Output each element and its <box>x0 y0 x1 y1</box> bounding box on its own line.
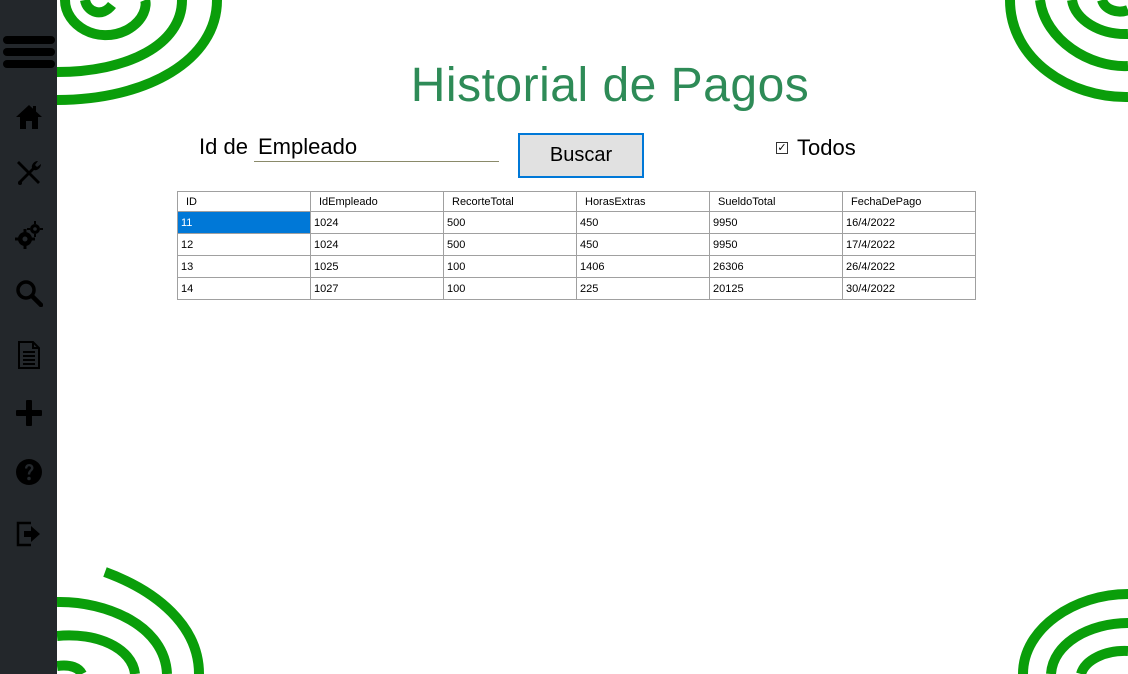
table-cell[interactable]: 1024 <box>310 211 444 234</box>
checkbox-checked-icon[interactable]: ✓ <box>776 142 788 154</box>
table-cell[interactable]: 20125 <box>709 277 843 300</box>
logout-icon <box>16 521 40 547</box>
table-cell[interactable]: 13 <box>177 255 311 278</box>
table-cell[interactable]: 500 <box>443 233 577 256</box>
table-cell[interactable]: 12 <box>177 233 311 256</box>
table-cell[interactable]: 450 <box>576 233 710 256</box>
plus-icon <box>15 400 42 426</box>
table-cell[interactable]: 9950 <box>709 233 843 256</box>
todos-checkbox[interactable]: ✓ Todos <box>776 135 856 161</box>
decorative-spiral-top-left <box>57 0 222 105</box>
sidebar-item-search[interactable] <box>0 276 57 310</box>
page-title: Historial de Pagos <box>410 59 810 112</box>
table-cell[interactable]: 1024 <box>310 233 444 256</box>
menu-button[interactable] <box>0 32 57 72</box>
decorative-spiral-bottom-right <box>1018 589 1128 674</box>
employee-id-label: Id de <box>199 134 248 159</box>
help-icon <box>15 459 42 485</box>
decorative-spiral-bottom-left <box>57 567 204 674</box>
table-cell[interactable]: 16/4/2022 <box>842 211 976 234</box>
payments-table[interactable]: ID IdEmpleado RecorteTotal HorasExtras S… <box>177 191 976 300</box>
table-cell[interactable]: 14 <box>177 277 311 300</box>
sidebar-item-help[interactable] <box>0 455 57 489</box>
sidebar-item-documents[interactable] <box>0 338 57 372</box>
search-button[interactable]: Buscar <box>518 133 644 178</box>
table-cell[interactable]: 26/4/2022 <box>842 255 976 278</box>
table-cell[interactable]: 30/4/2022 <box>842 277 976 300</box>
column-header-sueldototal[interactable]: SueldoTotal <box>709 191 843 212</box>
sidebar-item-logout[interactable] <box>0 517 57 551</box>
column-header-recortetotal[interactable]: RecorteTotal <box>443 191 577 212</box>
sidebar-item-settings[interactable] <box>0 218 57 252</box>
column-header-fechadepago[interactable]: FechaDePago <box>842 191 976 212</box>
sidebar <box>0 0 57 674</box>
table-cell[interactable]: 1025 <box>310 255 444 278</box>
tools-icon <box>16 161 41 185</box>
decorative-spiral-top-right <box>1005 0 1128 103</box>
table-row[interactable]: 13 1025 100 1406 26306 26/4/2022 <box>177 255 976 278</box>
table-cell[interactable]: 225 <box>576 277 710 300</box>
column-header-horasextras[interactable]: HorasExtras <box>576 191 710 212</box>
menu-icon <box>2 36 55 68</box>
sidebar-item-tools[interactable] <box>0 156 57 190</box>
table-cell[interactable]: 1406 <box>576 255 710 278</box>
table-cell[interactable]: 9950 <box>709 211 843 234</box>
document-icon <box>17 341 40 369</box>
table-cell[interactable]: 100 <box>443 255 577 278</box>
table-cell[interactable]: 1027 <box>310 277 444 300</box>
employee-id-input[interactable] <box>254 132 499 162</box>
table-cell[interactable]: 100 <box>443 277 577 300</box>
table-row[interactable]: 11 1024 500 450 9950 16/4/2022 <box>177 211 976 234</box>
table-row[interactable]: 12 1024 500 450 9950 17/4/2022 <box>177 233 976 256</box>
table-cell[interactable]: 11 <box>177 211 311 234</box>
table-row[interactable]: 14 1027 100 225 20125 30/4/2022 <box>177 277 976 300</box>
table-header-row: ID IdEmpleado RecorteTotal HorasExtras S… <box>177 191 976 212</box>
column-header-id[interactable]: ID <box>177 191 311 212</box>
column-header-idempleado[interactable]: IdEmpleado <box>310 191 444 212</box>
table-cell[interactable]: 26306 <box>709 255 843 278</box>
search-icon <box>15 280 43 307</box>
table-cell[interactable]: 500 <box>443 211 577 234</box>
table-cell[interactable]: 17/4/2022 <box>842 233 976 256</box>
home-icon <box>15 105 42 129</box>
sidebar-item-add[interactable] <box>0 396 57 430</box>
sidebar-item-home[interactable] <box>0 100 57 134</box>
table-cell[interactable]: 450 <box>576 211 710 234</box>
gears-icon <box>14 221 43 249</box>
todos-label: Todos <box>797 135 856 160</box>
